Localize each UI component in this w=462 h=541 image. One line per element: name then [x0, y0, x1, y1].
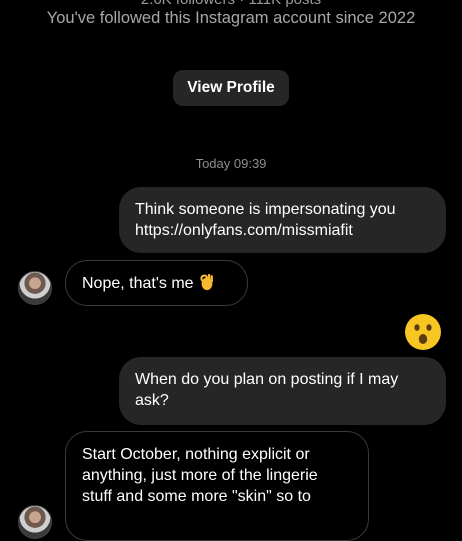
incoming-message[interactable]: Start October, nothing explicit or anyth…	[65, 431, 369, 541]
profile-stats: 2.6K followers · 111K posts	[0, 0, 462, 8]
outgoing-message[interactable]: Think someone is impersonating you https…	[119, 187, 446, 253]
message-text: stuff and some more "skin" so to	[82, 488, 311, 505]
view-profile-button[interactable]: View Profile	[173, 70, 289, 106]
message-text: When do you plan on posting if I may	[135, 371, 399, 388]
message-link[interactable]: https://onlyfans.com/missmiafit	[135, 220, 430, 241]
sender-avatar[interactable]	[18, 505, 52, 539]
follow-note: You've followed this Instagram account s…	[46, 9, 416, 27]
astonished-face-emoji[interactable]	[404, 313, 442, 351]
outgoing-message[interactable]: When do you plan on posting if I may ask…	[119, 357, 446, 425]
message-text: Think someone is impersonating you	[135, 201, 396, 218]
message-text: Nope, that's me	[82, 275, 194, 292]
message-text: Start October, nothing explicit or	[82, 446, 310, 463]
ok-hand-emoji	[200, 273, 213, 291]
message-text: anything, just more of the lingerie	[82, 467, 318, 484]
incoming-message[interactable]: Nope, that's me	[65, 260, 248, 306]
message-text: ask?	[135, 392, 169, 409]
message-timestamp: Today 09:39	[195, 156, 267, 171]
sender-avatar[interactable]	[18, 271, 52, 305]
